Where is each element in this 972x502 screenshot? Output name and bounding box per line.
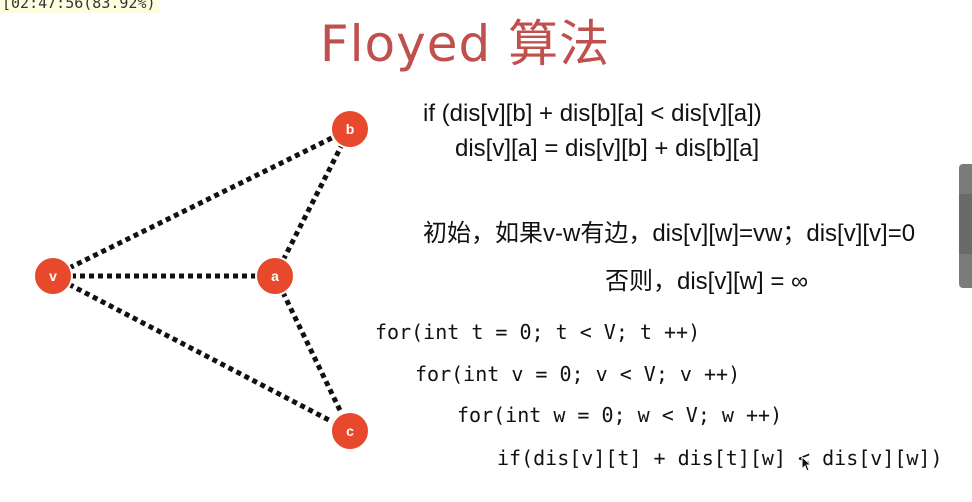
code-if-condition: if(dis[v][t] + dis[t][w] < dis[v][w]) (497, 446, 943, 470)
node-v: v (33, 256, 73, 296)
edge-a-c (272, 274, 353, 433)
node-b: b (330, 109, 370, 149)
code-loop-t: for(int t = 0; t < V; t ++) (375, 320, 701, 344)
edge-v-b (51, 126, 352, 279)
init-rule: 初始，如果v-w有边，dis[v][w]=vw；dis[v][v]=0 (423, 220, 916, 247)
edge-v-c (51, 273, 352, 434)
code-loop-w: for(int w = 0; w < V; w ++) (457, 403, 783, 427)
mouse-cursor-icon (801, 456, 813, 472)
node-label-b: b (346, 121, 355, 137)
node-a: a (255, 256, 295, 296)
node-label-c: c (346, 423, 354, 439)
side-panel-handle[interactable] (959, 164, 972, 288)
node-label-v: v (49, 268, 57, 284)
edge-a-b (272, 127, 353, 278)
init-otherwise: 否则，dis[v][w] = ∞ (605, 268, 809, 295)
node-label-a: a (271, 268, 279, 284)
formula-condition: if (dis[v][b] + dis[b][a] < dis[v][a]) (423, 100, 762, 127)
formula-assignment: dis[v][a] = dis[v][b] + dis[b][a] (455, 135, 760, 162)
code-loop-v: for(int v = 0; v < V; v ++) (415, 362, 741, 386)
node-c: c (330, 411, 370, 451)
